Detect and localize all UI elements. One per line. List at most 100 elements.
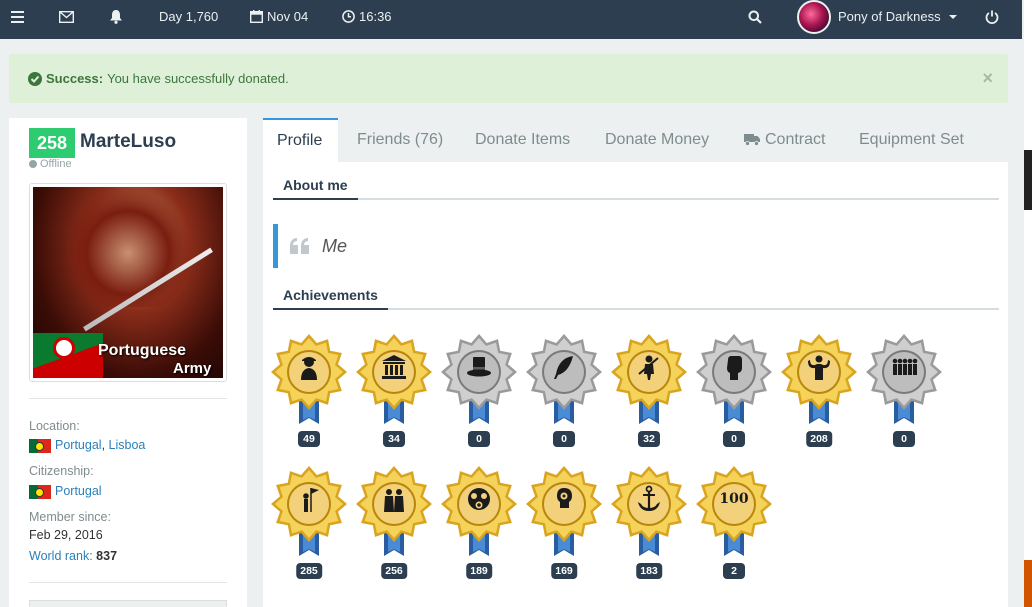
medal-count: 208 xyxy=(806,431,832,447)
day-label: Day 1,760 xyxy=(159,9,219,24)
portugal-flag-icon xyxy=(29,438,51,453)
medal-count: 285 xyxy=(296,563,322,579)
group-icon xyxy=(889,355,919,385)
date-label: Nov 04 xyxy=(267,9,309,24)
feather-icon xyxy=(549,355,579,385)
worker-icon xyxy=(294,355,324,385)
clock-icon xyxy=(342,10,355,23)
medal-count: 0 xyxy=(723,431,745,447)
achievement-medal[interactable]: 189 xyxy=(441,464,517,584)
profile-photo: Portuguese Army xyxy=(29,183,227,382)
gas-mask-icon xyxy=(464,487,494,517)
citizenship-label: Citizenship: xyxy=(29,464,94,478)
medal-count: 2 xyxy=(723,563,745,579)
location-country-link[interactable]: Portugal xyxy=(55,438,102,452)
tab-donate-items[interactable]: Donate Items xyxy=(475,118,570,162)
photo-caption-2: Army xyxy=(173,360,212,377)
citizenship-value: Portugal xyxy=(29,484,102,499)
medal-count: 256 xyxy=(381,563,407,579)
about-me-heading: About me xyxy=(273,174,999,200)
close-icon[interactable]: × xyxy=(982,68,993,89)
achievements-heading: Achievements xyxy=(273,284,999,310)
medal-count: 32 xyxy=(638,431,660,447)
achievement-medal[interactable]: 32 xyxy=(611,332,687,452)
achievement-medal[interactable]: 256 xyxy=(356,464,432,584)
check-circle-icon xyxy=(28,71,42,86)
chevron-down-icon xyxy=(948,14,957,19)
location-value: Portugal, Lisboa xyxy=(29,438,145,453)
member-since-value: Feb 29, 2016 xyxy=(29,528,103,542)
achievement-medal[interactable]: 183 xyxy=(611,464,687,584)
avatar[interactable] xyxy=(797,0,831,34)
tab-friends[interactable]: Friends (76) xyxy=(357,118,443,162)
success-alert: Success: You have successfully donated. … xyxy=(9,54,1008,103)
tab-donate-money[interactable]: Donate Money xyxy=(605,118,709,162)
achievement-medal[interactable]: 0 xyxy=(526,332,602,452)
menu-icon[interactable] xyxy=(11,0,24,33)
collapsed-panel[interactable] xyxy=(29,600,227,607)
date-display: Nov 04 xyxy=(250,0,308,33)
photo-caption-1: Portuguese xyxy=(98,342,187,359)
achievement-medal[interactable]: 0 xyxy=(441,332,517,452)
location-region-link[interactable]: Lisboa xyxy=(109,438,146,452)
status-label: Offline xyxy=(40,158,72,170)
tab-contract[interactable]: Contract xyxy=(744,118,825,162)
profile-panel: About me Me Achievements 49 34 0 0 32 0 208 0 28… xyxy=(263,162,1008,607)
top-hat-icon xyxy=(464,355,494,385)
time-label: 16:36 xyxy=(359,9,392,24)
achievement-medal[interactable]: 49 xyxy=(271,332,347,452)
profile-card: 258 MarteLuso Offline Portuguese Army Lo… xyxy=(9,118,247,607)
achievement-medal[interactable]: 285 xyxy=(271,464,347,584)
world-rank-value: 837 xyxy=(96,549,118,563)
achievement-medal[interactable]: 100 2 xyxy=(696,464,772,584)
anchor-icon xyxy=(634,485,664,517)
portugal-flag-icon xyxy=(29,484,51,499)
offline-dot-icon xyxy=(29,160,37,168)
profile-name: MarteLuso xyxy=(80,131,177,152)
member-since-label: Member since: xyxy=(29,510,111,524)
flag-bearer-icon xyxy=(294,487,324,517)
strongman-icon xyxy=(804,355,834,385)
achievement-medal[interactable]: 169 xyxy=(526,464,602,584)
fist-icon xyxy=(719,355,749,385)
power-icon[interactable] xyxy=(985,0,999,33)
alert-message: You have successfully donated. xyxy=(107,71,289,86)
profile-tabs: Profile Friends (76) Donate Items Donate… xyxy=(263,118,1008,162)
user-menu[interactable]: Pony of Darkness xyxy=(797,0,957,35)
search-icon[interactable] xyxy=(748,0,762,33)
portugal-shield-icon xyxy=(53,337,75,359)
world-rank-link[interactable]: World rank: xyxy=(29,549,93,563)
brain-icon xyxy=(549,487,579,517)
world-rank: World rank: 837 xyxy=(29,549,117,563)
top-navbar: Day 1,760 Nov 04 16:36 Pony of Darkness xyxy=(0,0,1022,39)
medal-count: 0 xyxy=(893,431,915,447)
medal-count: 49 xyxy=(298,431,320,447)
achievement-medal[interactable]: 208 xyxy=(781,332,857,452)
soldier-icon xyxy=(634,355,664,385)
medal-count: 169 xyxy=(551,563,577,579)
calendar-icon xyxy=(250,10,263,23)
messages-icon[interactable] xyxy=(59,0,74,33)
truck-icon xyxy=(744,134,760,146)
achievement-medal[interactable]: 0 xyxy=(866,332,942,452)
medal-label: 100 xyxy=(719,491,749,507)
hundred-icon: 100 xyxy=(719,487,749,517)
tab-equipment-set[interactable]: Equipment Set xyxy=(859,118,964,162)
tab-profile[interactable]: Profile xyxy=(263,118,338,162)
congress-icon xyxy=(379,355,409,385)
about-me-quote: Me xyxy=(273,224,999,268)
achievement-medal[interactable]: 0 xyxy=(696,332,772,452)
medal-count: 0 xyxy=(553,431,575,447)
username-label[interactable]: Pony of Darkness xyxy=(838,9,941,24)
friends-icon xyxy=(379,487,409,517)
day-counter: Day 1,760 xyxy=(159,0,218,33)
location-label: Location: xyxy=(29,419,80,433)
alert-title: Success: xyxy=(46,71,104,86)
medal-count: 34 xyxy=(383,431,405,447)
citizenship-link[interactable]: Portugal xyxy=(55,484,102,498)
level-badge: 258 xyxy=(29,128,75,158)
notifications-bell-icon[interactable] xyxy=(109,0,123,33)
achievement-medal[interactable]: 34 xyxy=(356,332,432,452)
medal-count: 183 xyxy=(636,563,662,579)
status-indicator: Offline xyxy=(29,158,72,170)
